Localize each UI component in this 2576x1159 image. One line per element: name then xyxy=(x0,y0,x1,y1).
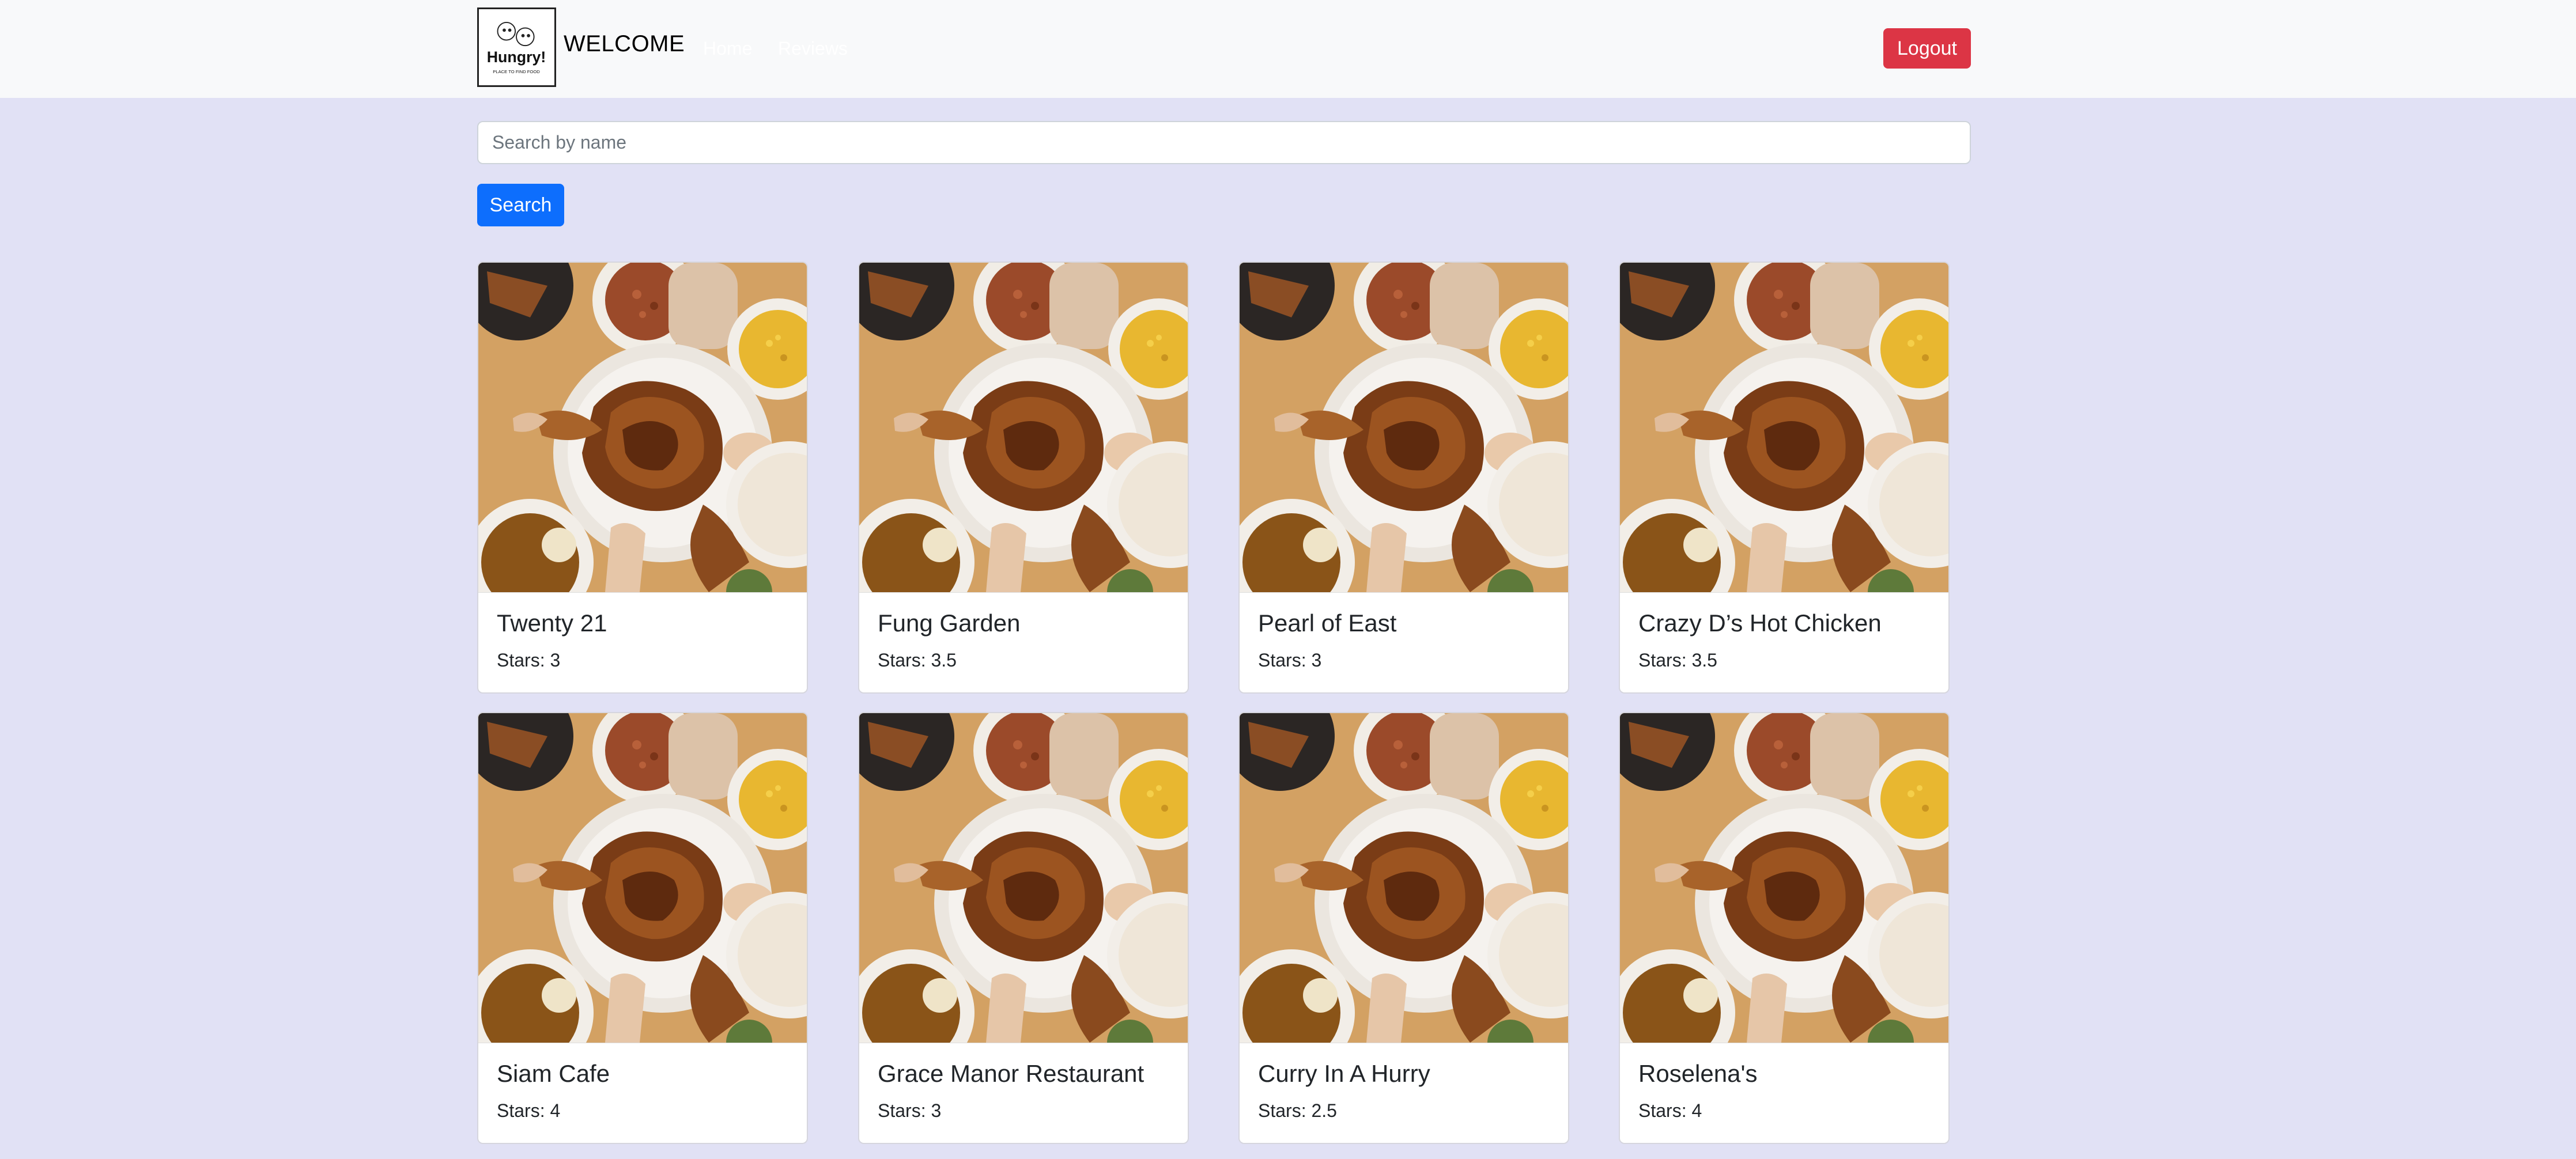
restaurant-name: Fung Garden xyxy=(878,609,1021,637)
navbar: Hungry! PLACE TO FIND FOOD WELCOME Home … xyxy=(0,0,2576,98)
restaurant-stars: Stars: 3 xyxy=(878,1100,942,1121)
hungry-logo[interactable]: Hungry! PLACE TO FIND FOOD xyxy=(477,7,556,87)
restaurant-name: Grace Manor Restaurant xyxy=(878,1060,1145,1087)
restaurant-photo xyxy=(478,713,807,1043)
restaurant-card[interactable]: Curry In A Hurry Stars: 2.5 xyxy=(1238,712,1569,1144)
restaurant-card[interactable]: Fung Garden Stars: 3.5 xyxy=(858,262,1189,694)
logo-text: Hungry! xyxy=(487,48,546,66)
logo-tagline: PLACE TO FIND FOOD xyxy=(493,69,540,74)
restaurant-card[interactable]: Grace Manor Restaurant Stars: 3 xyxy=(858,712,1189,1144)
restaurant-photo xyxy=(1620,263,1948,593)
restaurant-stars: Stars: 3 xyxy=(497,650,561,671)
restaurant-photo xyxy=(478,263,807,593)
logout-button[interactable]: Logout xyxy=(1883,28,1971,69)
brand-title[interactable]: WELCOME xyxy=(564,31,685,57)
restaurant-card[interactable]: Siam Cafe Stars: 4 xyxy=(477,712,808,1144)
restaurant-stars: Stars: 3.5 xyxy=(878,650,957,671)
nav-link-home[interactable]: Home xyxy=(703,38,752,59)
restaurant-name: Roselena's xyxy=(1638,1060,1758,1087)
restaurant-photo xyxy=(1240,713,1568,1043)
restaurant-stars: Stars: 4 xyxy=(1638,1100,1702,1121)
restaurant-card[interactable]: Crazy D’s Hot Chicken Stars: 3.5 xyxy=(1619,262,1950,694)
restaurant-name: Curry In A Hurry xyxy=(1258,1060,1430,1087)
restaurant-photo xyxy=(859,263,1188,593)
restaurant-stars: Stars: 2.5 xyxy=(1258,1100,1337,1121)
restaurant-card[interactable]: Twenty 21 Stars: 3 xyxy=(477,262,808,694)
restaurant-photo xyxy=(1620,713,1948,1043)
search-input[interactable] xyxy=(477,121,1971,164)
restaurant-card[interactable]: Roselena's Stars: 4 xyxy=(1619,712,1950,1144)
restaurant-name: Twenty 21 xyxy=(497,609,607,637)
restaurant-stars: Stars: 3.5 xyxy=(1638,650,1717,671)
nav-link-reviews[interactable]: Reviews xyxy=(778,38,848,59)
restaurant-stars: Stars: 3 xyxy=(1258,650,1322,671)
restaurant-photo xyxy=(1240,263,1568,593)
restaurant-name: Pearl of East xyxy=(1258,609,1397,637)
restaurant-photo xyxy=(859,713,1188,1043)
search-button[interactable]: Search xyxy=(477,184,564,226)
restaurant-name: Crazy D’s Hot Chicken xyxy=(1638,609,1882,637)
restaurant-card[interactable]: Pearl of East Stars: 3 xyxy=(1238,262,1569,694)
restaurant-stars: Stars: 4 xyxy=(497,1100,561,1121)
restaurant-name: Siam Cafe xyxy=(497,1060,610,1087)
